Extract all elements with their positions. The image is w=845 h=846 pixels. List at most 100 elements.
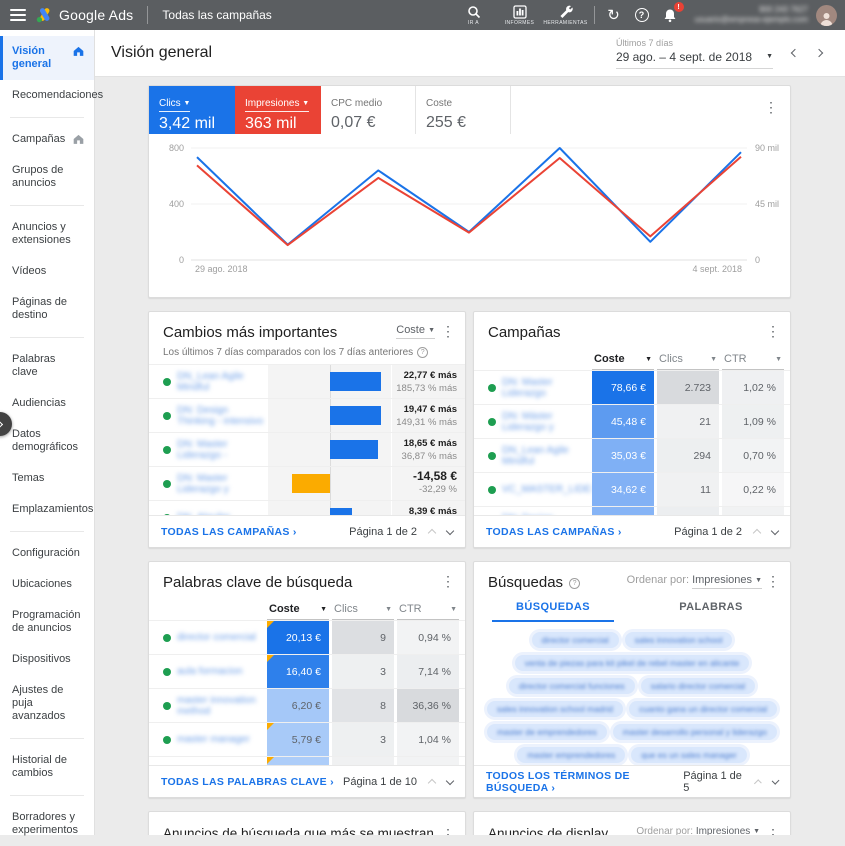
table-row[interactable]: VC_MASTER_LIDERAZGO 34,62 € 11 0,22 % [474,472,790,506]
avatar[interactable] [816,5,837,26]
keyword-link[interactable]: master manager [177,734,250,745]
goto-search-button[interactable]: IR A [452,5,496,26]
column-header-clics[interactable]: Clics▼ [332,601,394,620]
column-header-coste[interactable]: Coste▼ [592,351,654,370]
search-term-chip[interactable]: sales innovation school [625,632,733,648]
metric-cpc-medio[interactable]: CPC medio 0,07 € [321,86,416,134]
sidebar-item-videos[interactable]: Vídeos [0,256,94,287]
page-down-icon[interactable] [446,526,454,534]
search-term-chip[interactable]: que es un sales manager [631,747,746,763]
sidebar-item-audiencias[interactable]: Audiencias [0,388,94,419]
table-row[interactable]: DN: Master Liderazgo y Liderazgo -14,58 … [149,466,465,500]
campaign-link[interactable]: DN_Lean Agile Mindful [177,371,267,393]
sidebar-item-dispositivos[interactable]: Dispositivos [0,644,94,675]
tools-button[interactable]: HERRAMIENTAS [544,4,588,26]
search-term-chip[interactable]: sales innovation school madrid [487,701,623,717]
chart-plot-area[interactable] [191,142,747,266]
sort-by-value[interactable]: Impresiones ▼ [696,826,760,835]
search-term-chip[interactable]: director comercial funciones [509,678,635,694]
campaign-link[interactable]: DN: Master Liderazgo y Liderazgo [177,473,267,495]
card-menu-icon[interactable]: ⋮ [766,324,780,338]
search-term-chip[interactable]: master desarrollo personal y liderazgo [613,724,777,740]
keyword-link[interactable]: master innovation method [177,695,267,717]
card-menu-icon[interactable]: ⋮ [766,574,780,588]
sidebar-item-palabras-clave[interactable]: Palabras clave [0,344,94,388]
sidebar-item-campanas[interactable]: Campañas [0,124,94,155]
metric-impresiones[interactable]: Impresiones ▼ 363 mil [235,86,321,134]
metric-selector[interactable]: Coste ▼ [396,324,435,339]
table-row[interactable]: master innovation method 6,20 € 8 36,36 … [149,688,465,722]
menu-icon[interactable] [10,9,26,21]
card-menu-icon[interactable]: ⋮ [766,827,780,835]
search-term-chip[interactable]: master de emprendedores [487,724,607,740]
metric-clics[interactable]: Clics ▼ 3,42 mil [149,86,235,134]
table-row[interactable]: aula formacion 16,40 € 3 7,14 % [149,654,465,688]
help-button[interactable]: ? [629,2,655,28]
account-scope-label[interactable]: Todas las campañas [162,8,271,22]
table-row[interactable]: DN_Lean Agile Mindful 35,03 € 294 0,70 % [474,438,790,472]
account-info[interactable]: 900 243 7627 usuario@empresa-ejemplo.com [695,5,809,25]
page-up-icon[interactable] [754,779,762,787]
campaign-link[interactable]: DN: Máster Liderazgo y Emprendimiento [502,411,592,433]
table-row[interactable]: master manager 5,79 € 3 1,04 % [149,722,465,756]
campaign-link[interactable]: DN: Master Liderazgo - intensivo [177,439,267,461]
keyword-link[interactable]: aula formacion [177,666,243,677]
sidebar-item-recomendaciones[interactable]: Recomendaciones [0,80,94,111]
sidebar-item-datos-demograficos[interactable]: Datos demográficos [0,419,94,463]
google-ads-logo[interactable]: Google Ads [36,7,133,23]
table-row[interactable]: DN: Design Thinking - intensivo (no rema… [149,398,465,432]
page-up-icon[interactable] [753,529,761,537]
sidebar-item-borradores-y-experimentos[interactable]: Borradores y experimentos [0,802,94,846]
previous-period-button[interactable] [783,41,807,65]
sidebar-item-ubicaciones[interactable]: Ubicaciones [0,569,94,600]
keyword-link[interactable]: director comercial [177,632,256,643]
search-term-chip[interactable]: master emprendedores [517,747,625,763]
column-header-coste[interactable]: Coste▼ [267,601,329,620]
help-icon[interactable]: ? [569,578,580,589]
column-header-ctr[interactable]: CTR▼ [722,351,784,370]
reports-button[interactable]: INFORMES [498,5,542,26]
column-header-ctr[interactable]: CTR▼ [397,601,459,620]
sort-by-value[interactable]: Impresiones ▼ [692,574,762,589]
sidebar-item-programacion-de-anuncios[interactable]: Programación de anuncios [0,600,94,644]
search-term-chip[interactable]: venta de piezas para kit pikel de rebel … [515,655,750,671]
page-up-icon[interactable] [428,529,436,537]
sidebar-item-vision-general[interactable]: Visión general [0,36,94,80]
sidebar-item-paginas-de-destino[interactable]: Páginas de destino [0,287,94,331]
tab-busquedas[interactable]: BÚSQUEDAS [474,593,632,622]
next-period-button[interactable] [807,41,831,65]
campaign-link[interactable]: DN_Lean Agile Mindful [502,445,592,467]
sidebar-item-historial-de-cambios[interactable]: Historial de cambios [0,745,94,789]
help-icon[interactable]: ? [417,347,428,358]
sidebar-item-emplazamientos[interactable]: Emplazamientos [0,494,94,525]
card-menu-icon[interactable]: ⋮ [441,574,455,588]
campaign-link[interactable]: VC_MASTER_LIDERAZGO [502,484,592,495]
all-campaigns-link[interactable]: TODAS LAS CAMPAÑAS › [161,526,297,538]
campaign-link[interactable]: DN: Design Thinking - intensivo (no rema… [177,405,267,427]
table-row[interactable]: DN: Máster Liderazgo y Emprendimiento 45… [474,404,790,438]
card-menu-icon[interactable]: ⋮ [441,324,455,338]
search-term-chip[interactable]: director comercial [532,632,619,648]
sidebar-item-temas[interactable]: Temas [0,463,94,494]
date-range-selector[interactable]: Últimos 7 días 29 ago. – 4 sept. de 2018… [616,38,773,69]
search-term-chip[interactable]: salario director comercial [641,678,755,694]
page-down-icon[interactable] [446,776,454,784]
all-search-terms-link[interactable]: TODOS LOS TÉRMINOS DE BÚSQUEDA › [486,770,683,794]
metric-coste[interactable]: Coste 255 € [416,86,511,134]
all-keywords-link[interactable]: TODAS LAS PALABRAS CLAVE › [161,776,334,788]
page-down-icon[interactable] [771,526,779,534]
column-header-clics[interactable]: Clics▼ [657,351,719,370]
tab-palabras[interactable]: PALABRAS [632,593,790,622]
page-up-icon[interactable] [428,779,436,787]
card-menu-icon[interactable]: ⋮ [764,100,778,114]
sidebar-item-ajustes-de-puja-avanzados[interactable]: Ajustes de puja avanzados [0,675,94,732]
sidebar-item-anuncios-y-extensiones[interactable]: Anuncios y extensiones [0,212,94,256]
page-down-icon[interactable] [771,776,779,784]
all-campaigns-link[interactable]: TODAS LAS CAMPAÑAS › [486,526,622,538]
table-row[interactable]: DN: Master Liderazgo 78,66 € 2.723 1,02 … [474,370,790,404]
sidebar-item-configuracion[interactable]: Configuración [0,538,94,569]
refresh-button[interactable]: ↻ [601,2,627,28]
table-row[interactable]: DN_Lean Agile Mindful 22,77 € más 185,73… [149,364,465,398]
table-row[interactable]: director comercial 20,13 € 9 0,94 % [149,620,465,654]
search-term-chip[interactable]: cuanto gana un director comercial [629,701,777,717]
